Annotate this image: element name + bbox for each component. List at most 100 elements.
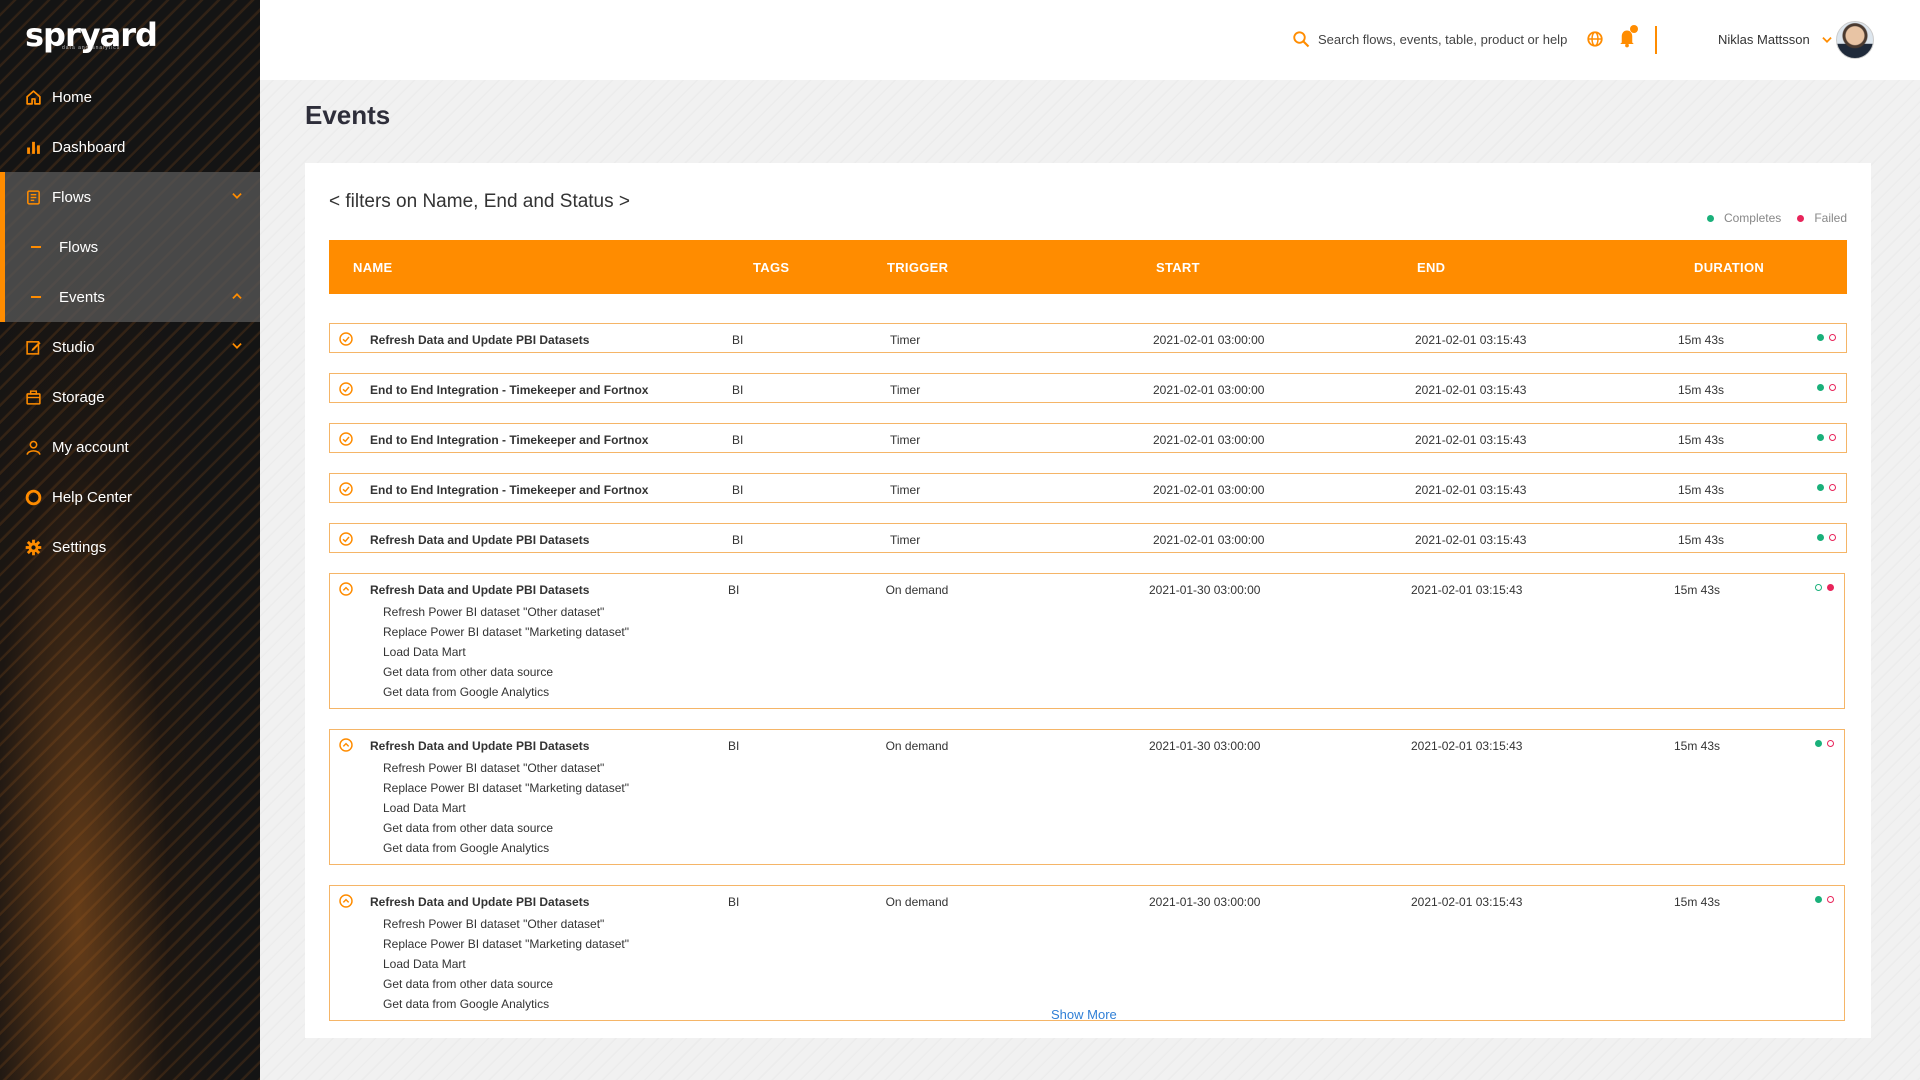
- event-tags: BI: [728, 739, 740, 753]
- event-end: 2021-02-01 03:15:43: [1411, 739, 1523, 753]
- sidebar-item-dashboard[interactable]: Dashboard: [0, 122, 260, 172]
- sidebar-item-label: My account: [52, 438, 129, 456]
- event-start: 2021-02-01 03:00:00: [1153, 383, 1265, 397]
- help-icon: [24, 488, 42, 506]
- complete-dot: [1817, 384, 1824, 391]
- event-name[interactable]: Refresh Data and Update PBI Datasets: [370, 333, 589, 347]
- check-circle-icon[interactable]: [338, 331, 354, 347]
- sidebar-item-help-center[interactable]: Help Center: [0, 472, 260, 522]
- event-steps: Refresh Power BI dataset "Other dataset"…: [383, 914, 629, 1014]
- user-name[interactable]: Niklas Mattsson: [1718, 32, 1810, 47]
- dash-marker: [31, 296, 41, 298]
- legend-completes: Completes: [1723, 211, 1782, 225]
- failed-dot: [1827, 740, 1834, 747]
- collapse-icon[interactable]: [338, 581, 354, 597]
- event-end: 2021-02-01 03:15:43: [1415, 533, 1527, 547]
- search-icon[interactable]: [1292, 30, 1310, 53]
- event-tags: BI: [732, 533, 744, 547]
- event-duration: 15m 43s: [1678, 533, 1725, 547]
- table-row[interactable]: End to End Integration - Timekeeper and …: [329, 473, 1847, 503]
- event-name[interactable]: Refresh Data and Update PBI Datasets: [370, 895, 589, 909]
- status-indicator: [1812, 484, 1836, 491]
- sidebar-item-settings[interactable]: Settings: [0, 522, 260, 572]
- event-steps: Refresh Power BI dataset "Other dataset"…: [383, 602, 629, 702]
- check-circle-icon[interactable]: [338, 531, 354, 547]
- event-start: 2021-02-01 03:00:00: [1153, 433, 1265, 447]
- events-card: < filters on Name, End and Status > Comp…: [305, 163, 1871, 1038]
- chevron-up-icon[interactable]: [230, 289, 244, 303]
- table-row[interactable]: End to End Integration - Timekeeper and …: [329, 423, 1847, 453]
- failed-dot: [1797, 214, 1805, 222]
- table-row[interactable]: Refresh Data and Update PBI Datasets BI On…: [329, 729, 1845, 865]
- failed-dot: [1829, 334, 1836, 341]
- complete-dot: [1817, 334, 1824, 341]
- event-name[interactable]: End to End Integration - Timekeeper and …: [370, 433, 648, 447]
- event-tags: BI: [732, 483, 744, 497]
- sidebar-subitem-events[interactable]: Events: [5, 272, 260, 322]
- collapse-icon[interactable]: [338, 737, 354, 753]
- event-step: Get data from Google Analytics: [383, 685, 550, 699]
- table-row[interactable]: End to End Integration - Timekeeper and …: [329, 373, 1847, 403]
- complete-dot: [1815, 584, 1822, 591]
- status-legend: Completes Failed: [1706, 211, 1847, 225]
- event-step: Load Data Mart: [383, 801, 466, 815]
- sidebar-item-label: Storage: [52, 388, 105, 406]
- event-name[interactable]: End to End Integration - Timekeeper and …: [370, 383, 648, 397]
- complete-dot: [1817, 434, 1824, 441]
- avatar[interactable]: [1836, 21, 1874, 59]
- event-tags: BI: [728, 895, 740, 909]
- failed-dot: [1827, 896, 1834, 903]
- event-name[interactable]: Refresh Data and Update PBI Datasets: [370, 583, 589, 597]
- sidebar-item-home[interactable]: Home: [0, 72, 260, 122]
- chevron-down-icon[interactable]: [230, 189, 244, 203]
- table-row[interactable]: Refresh Data and Update PBI Datasets BI On…: [329, 573, 1845, 709]
- filters-label[interactable]: < filters on Name, End and Status >: [329, 191, 630, 213]
- event-name[interactable]: Refresh Data and Update PBI Datasets: [370, 533, 589, 547]
- column-header-duration[interactable]: DURATION: [1694, 260, 1764, 275]
- table-row[interactable]: Refresh Data and Update PBI Datasets BI Ti…: [329, 323, 1847, 353]
- check-circle-icon[interactable]: [338, 481, 354, 497]
- chevron-down-icon[interactable]: [1820, 33, 1834, 52]
- globe-icon[interactable]: [1586, 30, 1604, 53]
- search-input[interactable]: Search flows, events, table, product or …: [1318, 32, 1567, 47]
- column-header-tags[interactable]: TAGS: [753, 260, 789, 275]
- event-step: Replace Power BI dataset "Marketing data…: [383, 781, 629, 795]
- column-header-name[interactable]: NAME: [353, 260, 392, 275]
- event-start: 2021-02-01 03:00:00: [1153, 333, 1265, 347]
- column-header-end[interactable]: END: [1417, 260, 1445, 275]
- legend-failed: Failed: [1814, 211, 1847, 225]
- event-trigger: Timer: [890, 533, 921, 547]
- event-trigger: On demand: [885, 739, 949, 753]
- sidebar-nav: Home Dashboard Flows Flows Events Studio…: [0, 72, 260, 572]
- sidebar-item-studio[interactable]: Studio: [0, 322, 260, 372]
- show-more-link[interactable]: Show More: [1051, 1007, 1117, 1022]
- column-header-start[interactable]: START: [1156, 260, 1200, 275]
- event-end: 2021-02-01 03:15:43: [1415, 383, 1527, 397]
- check-circle-icon[interactable]: [338, 431, 354, 447]
- sidebar-item-my-account[interactable]: My account: [0, 422, 260, 472]
- event-name[interactable]: End to End Integration - Timekeeper and …: [370, 483, 648, 497]
- event-start: 2021-01-30 03:00:00: [1149, 583, 1261, 597]
- event-trigger: Timer: [890, 333, 921, 347]
- sidebar-item-label: Flows: [59, 238, 99, 256]
- event-duration: 15m 43s: [1678, 333, 1725, 347]
- event-step: Refresh Power BI dataset "Other dataset": [383, 917, 605, 931]
- event-step: Get data from other data source: [383, 665, 554, 679]
- status-indicator: [1812, 434, 1836, 441]
- sidebar-item-flows[interactable]: Flows: [5, 172, 260, 222]
- table-row[interactable]: Refresh Data and Update PBI Datasets BI Ti…: [329, 523, 1847, 553]
- chevron-down-icon[interactable]: [230, 339, 244, 353]
- event-name[interactable]: Refresh Data and Update PBI Datasets: [370, 739, 589, 753]
- sidebar-subitem-flows[interactable]: Flows: [5, 222, 260, 272]
- event-end: 2021-02-01 03:15:43: [1415, 433, 1527, 447]
- table-row[interactable]: Refresh Data and Update PBI Datasets BI On…: [329, 885, 1845, 1021]
- event-tags: BI: [728, 583, 740, 597]
- sidebar-item-label: Dashboard: [52, 138, 126, 156]
- storage-icon: [24, 388, 42, 406]
- event-tags: BI: [732, 433, 744, 447]
- check-circle-icon[interactable]: [338, 381, 354, 397]
- complete-dot: [1815, 740, 1822, 747]
- column-header-trigger[interactable]: TRIGGER: [887, 260, 948, 275]
- collapse-icon[interactable]: [338, 893, 354, 909]
- sidebar-item-storage[interactable]: Storage: [0, 372, 260, 422]
